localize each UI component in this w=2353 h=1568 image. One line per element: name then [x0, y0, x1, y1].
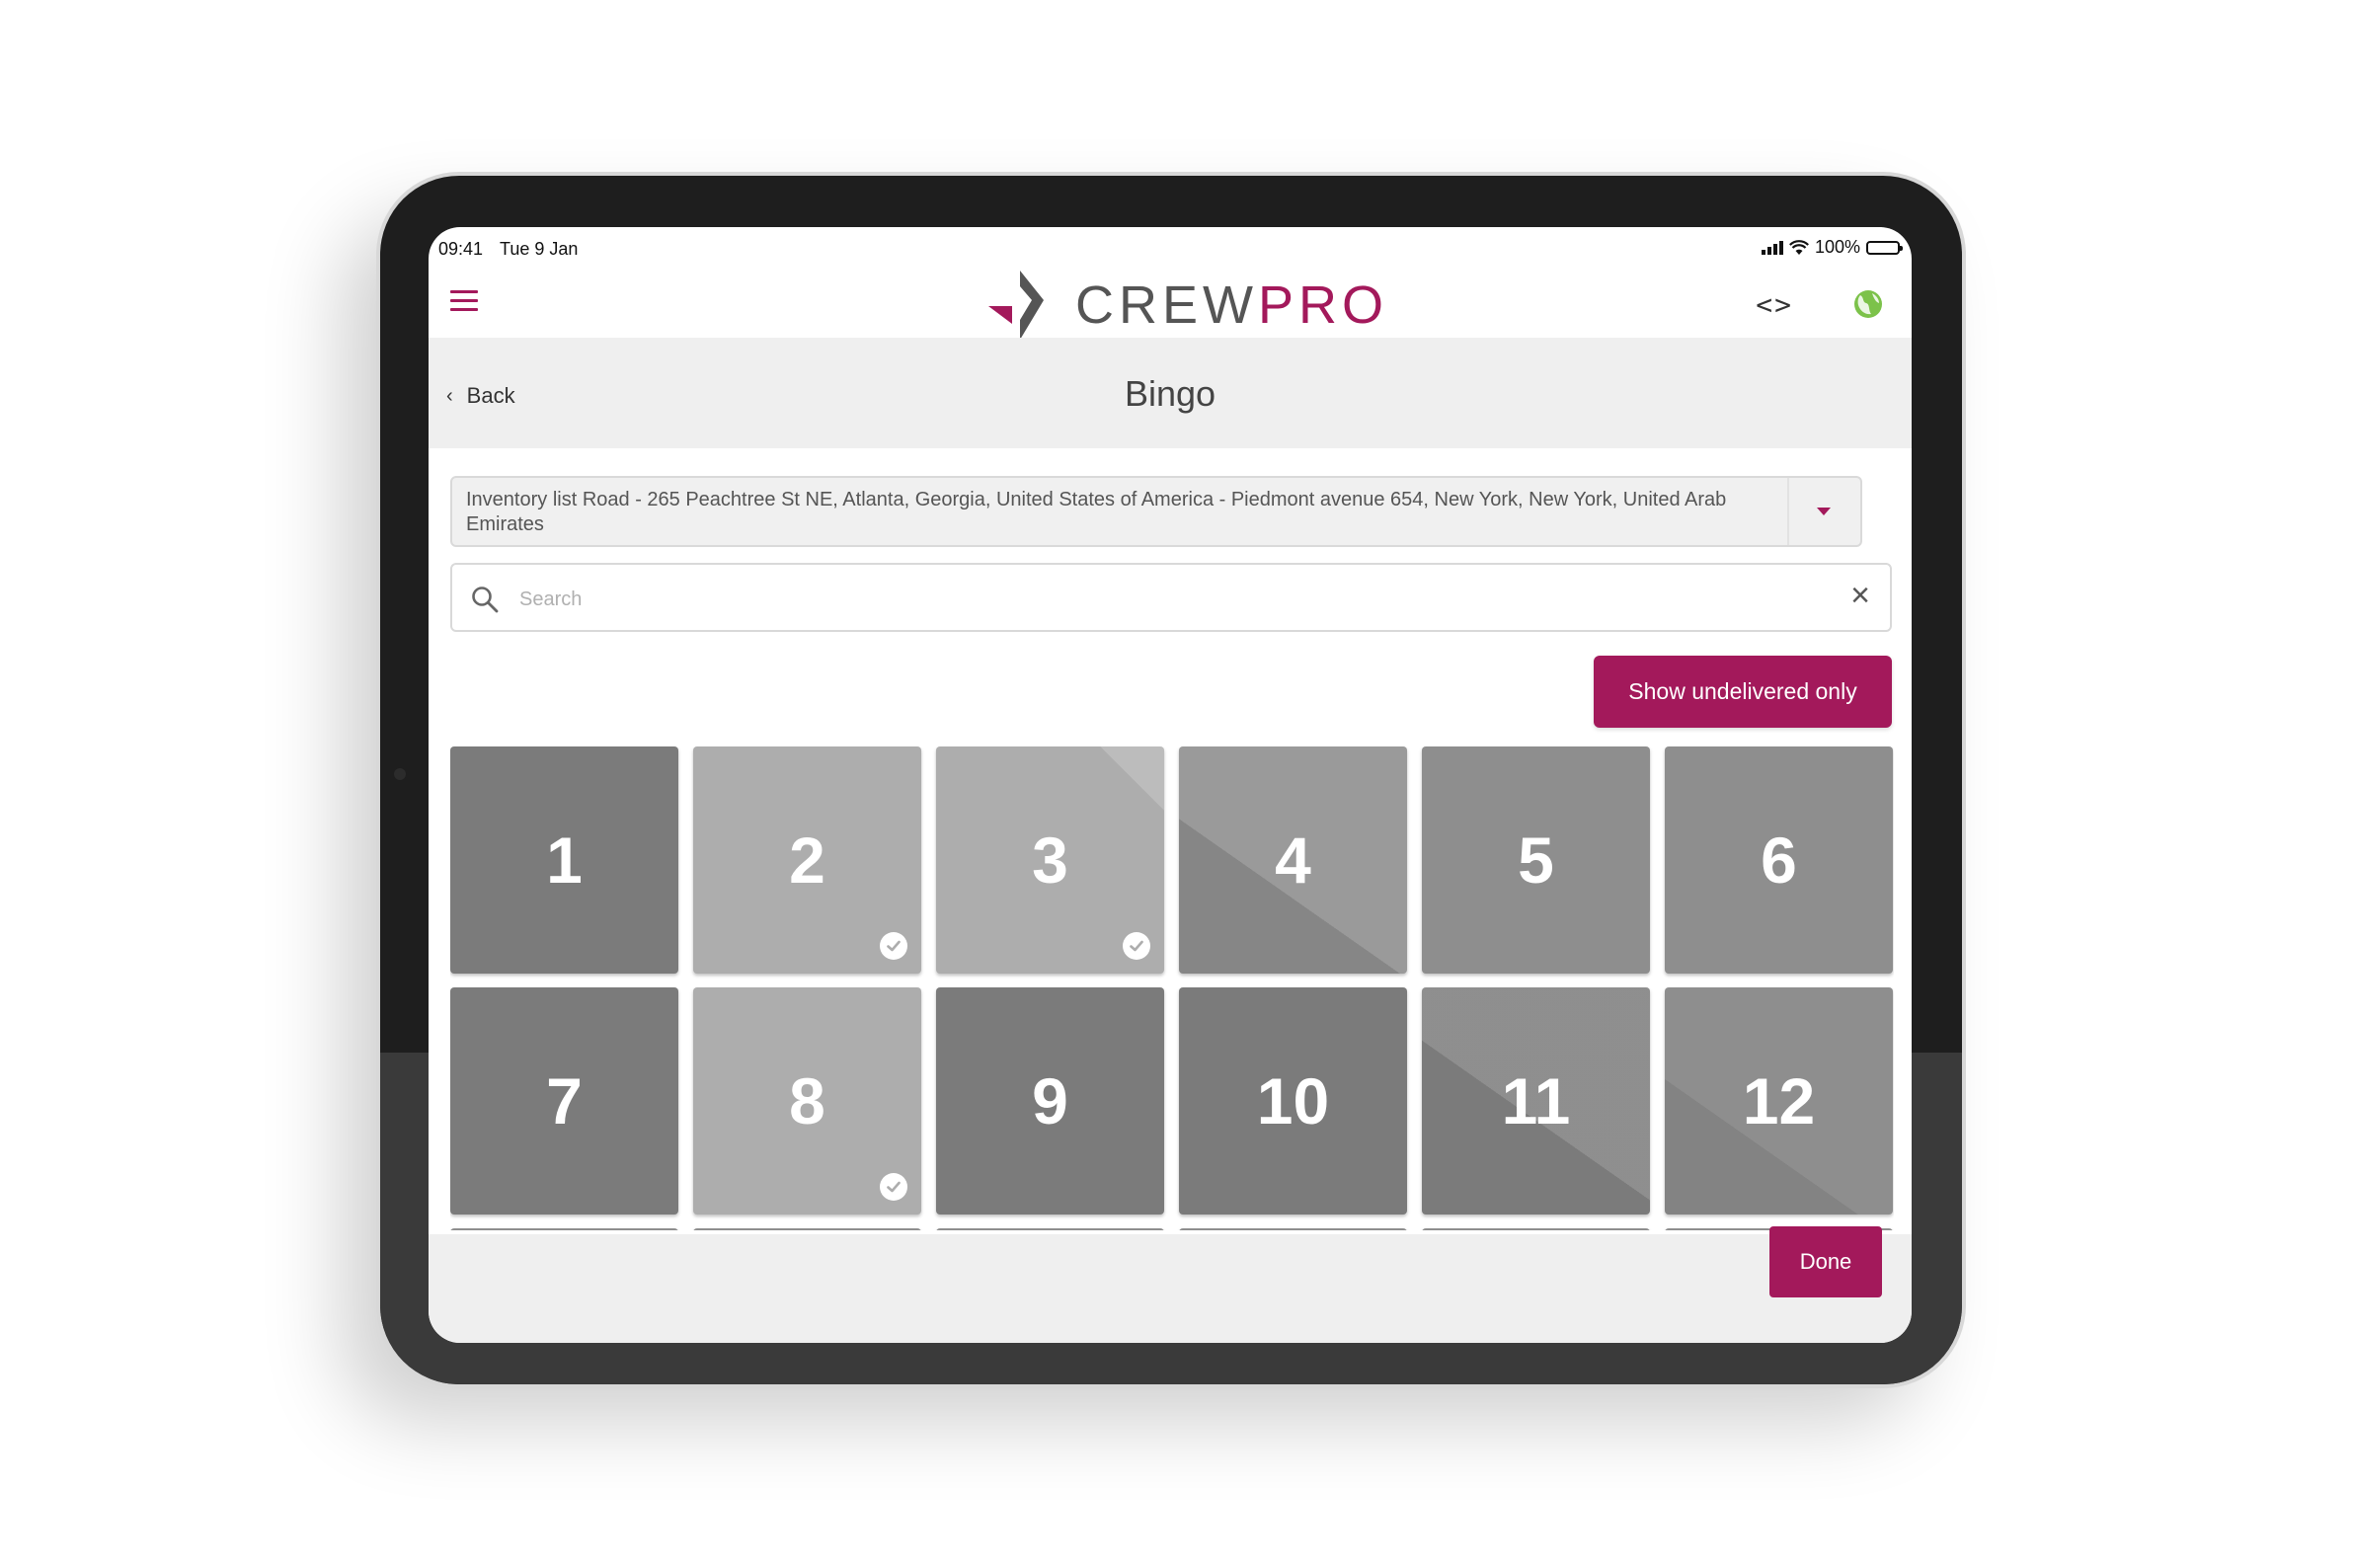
bingo-tile-4[interactable]: 4 [1179, 746, 1407, 974]
bingo-tile-6[interactable]: 6 [1665, 746, 1893, 974]
bingo-tile-9[interactable]: 9 [936, 987, 1164, 1215]
tile-number: 2 [789, 823, 825, 897]
inventory-select-value: Inventory list Road - 265 Peachtree St N… [466, 489, 1727, 535]
done-button[interactable]: Done [1769, 1226, 1882, 1297]
bingo-tile-partial[interactable] [450, 1228, 678, 1230]
tile-number: 1 [546, 823, 583, 897]
globe-icon[interactable] [1852, 288, 1884, 320]
bingo-tile-2[interactable]: 2 [693, 746, 921, 974]
tablet-frame: 09:41 Tue 9 Jan 100% CREWPRO <> ‹ Back B… [380, 176, 1962, 1384]
tile-number: 5 [1518, 823, 1554, 897]
status-date: Tue 9 Jan [500, 239, 579, 259]
bingo-tile-partial[interactable] [936, 1228, 1164, 1230]
tile-number: 3 [1032, 823, 1068, 897]
check-circle-icon [880, 1173, 907, 1201]
bingo-tile-8[interactable]: 8 [693, 987, 921, 1215]
page-title: Bingo [1124, 373, 1216, 414]
status-bar: 09:41 Tue 9 Jan 100% [429, 227, 1912, 267]
bingo-grid: 1 2 3 4 5 6 7 8 9 10 11 12 [450, 746, 1894, 1230]
tile-number: 7 [546, 1064, 583, 1137]
tile-number: 12 [1742, 1064, 1816, 1137]
status-time: 09:41 [438, 239, 484, 259]
bingo-tile-3[interactable]: 3 [936, 746, 1164, 974]
bingo-tile-partial[interactable] [693, 1228, 921, 1230]
nav-bar: ‹ Back Bingo [429, 338, 1912, 448]
bingo-tile-12[interactable]: 12 [1665, 987, 1893, 1215]
tile-number: 6 [1761, 823, 1797, 897]
bingo-tile-7[interactable]: 7 [450, 987, 678, 1215]
logo-text: CREWPRO [1075, 275, 1389, 335]
bingo-tile-5[interactable]: 5 [1422, 746, 1650, 974]
hamburger-menu-icon[interactable] [450, 290, 478, 317]
battery-icon [1866, 240, 1903, 255]
tile-number: 9 [1032, 1064, 1068, 1137]
select-divider [1787, 478, 1789, 545]
bingo-tile-partial[interactable] [1422, 1228, 1650, 1230]
status-right: 100% [1761, 237, 1903, 258]
camera-dot [394, 768, 406, 780]
close-icon[interactable]: × [1850, 579, 1870, 612]
code-brackets-icon[interactable]: <> [1756, 288, 1793, 321]
check-circle-icon [880, 932, 907, 960]
app-header: CREWPRO <> [429, 267, 1912, 340]
inventory-select[interactable]: Inventory list Road - 265 Peachtree St N… [450, 476, 1862, 547]
search-input[interactable] [517, 579, 1805, 620]
battery-percent: 100% [1814, 237, 1860, 257]
bingo-tile-partial[interactable] [1179, 1228, 1407, 1230]
app-screen: 09:41 Tue 9 Jan 100% CREWPRO <> ‹ Back B… [429, 227, 1912, 1343]
bottom-bar [429, 1234, 1912, 1343]
check-circle-icon [1123, 932, 1150, 960]
search-icon [472, 587, 499, 613]
crewpro-logo: CREWPRO [986, 269, 1388, 342]
search-box: × [450, 563, 1892, 632]
tile-number: 8 [789, 1064, 825, 1137]
chevron-down-icon[interactable] [1817, 508, 1831, 515]
bingo-tile-1[interactable]: 1 [450, 746, 678, 974]
tile-number: 10 [1256, 1064, 1330, 1137]
tile-number: 11 [1501, 1064, 1571, 1137]
signal-icon [1761, 240, 1783, 255]
tile-number: 4 [1275, 823, 1311, 897]
show-undelivered-button[interactable]: Show undelivered only [1594, 656, 1892, 728]
logo-chevron-icon [988, 271, 1044, 340]
wifi-icon [1788, 239, 1809, 255]
bingo-tile-10[interactable]: 10 [1179, 987, 1407, 1215]
bingo-tile-11[interactable]: 11 [1422, 987, 1650, 1215]
